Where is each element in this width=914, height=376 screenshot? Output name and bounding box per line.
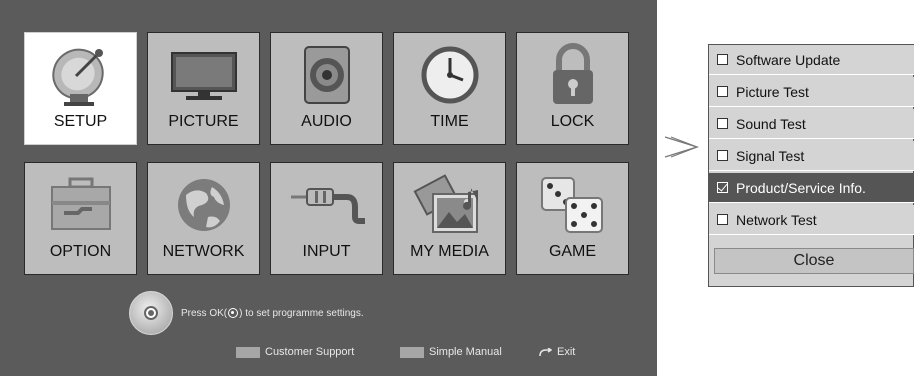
option-software-update[interactable]: Software Update	[709, 45, 914, 75]
tile-lock[interactable]: LOCK	[516, 32, 629, 145]
option-label: Product/Service Info.	[736, 179, 866, 196]
tile-game[interactable]: GAME	[516, 162, 629, 275]
tile-label: OPTION	[49, 243, 112, 260]
option-label: Signal Test	[736, 147, 805, 164]
option-label: Sound Test	[736, 115, 806, 132]
tile-label: NETWORK	[162, 243, 245, 260]
tile-label: SETUP	[53, 113, 108, 130]
option-label: Network Test	[736, 211, 817, 228]
tile-label: PICTURE	[168, 113, 239, 130]
toolbox-icon	[25, 171, 136, 239]
main-menu-panel: SETUP PICTURE AUDIO TIME LOCK OPTION NET…	[0, 0, 657, 376]
tile-label: AUDIO	[301, 113, 352, 130]
customer-support-key-icon	[236, 347, 260, 358]
tile-input[interactable]: INPUT	[270, 162, 383, 275]
tile-picture[interactable]: PICTURE	[147, 32, 260, 145]
dice-icon	[517, 171, 628, 239]
option-sound-test[interactable]: Sound Test	[709, 109, 914, 139]
option-signal-test[interactable]: Signal Test	[709, 141, 914, 171]
option-product-service-info[interactable]: Product/Service Info.	[709, 173, 914, 203]
option-picture-test[interactable]: Picture Test	[709, 77, 914, 107]
av-plug-icon	[271, 171, 382, 239]
ok-hint: Press OK( ) to set programme settings.	[129, 291, 364, 335]
tile-network[interactable]: NETWORK	[147, 162, 260, 275]
tile-label: TIME	[430, 113, 469, 130]
footer-bar: Customer Support Simple Manual Exit	[0, 345, 657, 361]
padlock-icon	[517, 41, 628, 109]
checkbox-icon	[717, 118, 728, 129]
checkbox-checked-icon	[717, 182, 728, 193]
ok-hint-text: Press OK( ) to set programme settings.	[181, 308, 364, 319]
exit-label[interactable]: Exit	[557, 346, 575, 358]
close-button[interactable]: Close	[714, 248, 914, 274]
globe-icon	[148, 171, 259, 239]
checkbox-icon	[717, 86, 728, 97]
simple-manual-label[interactable]: Simple Manual	[429, 346, 502, 358]
navigation-ring-icon	[129, 291, 173, 335]
tile-label: MY MEDIA	[410, 243, 489, 260]
tile-label: LOCK	[550, 113, 595, 130]
option-label: Picture Test	[736, 83, 809, 100]
checkbox-icon	[717, 214, 728, 225]
option-network-test[interactable]: Network Test	[709, 205, 914, 235]
speaker-icon	[271, 41, 382, 109]
tile-time[interactable]: TIME	[393, 32, 506, 145]
customer-support-label[interactable]: Customer Support	[265, 346, 354, 358]
ok-hint-suffix: ) to set programme settings.	[239, 307, 364, 319]
ok-hint-prefix: Press OK(	[181, 307, 228, 319]
tile-setup[interactable]: SETUP	[24, 32, 137, 145]
chevron-right-icon	[664, 136, 699, 158]
ok-button-icon	[228, 308, 239, 318]
exit-icon	[539, 348, 552, 357]
satellite-dish-icon	[25, 41, 136, 109]
tile-label: INPUT	[302, 243, 351, 260]
checkbox-icon	[717, 54, 728, 65]
checkbox-icon	[717, 150, 728, 161]
media-icon	[394, 171, 505, 239]
tile-label: GAME	[548, 243, 597, 260]
test-menu: Software Update Picture Test Sound Test …	[708, 44, 914, 287]
tile-my-media[interactable]: MY MEDIA	[393, 162, 506, 275]
tile-audio[interactable]: AUDIO	[270, 32, 383, 145]
simple-manual-key-icon	[400, 347, 424, 358]
option-label: Software Update	[736, 51, 841, 68]
tile-option[interactable]: OPTION	[24, 162, 137, 275]
tv-monitor-icon	[148, 41, 259, 109]
clock-icon	[394, 41, 505, 109]
